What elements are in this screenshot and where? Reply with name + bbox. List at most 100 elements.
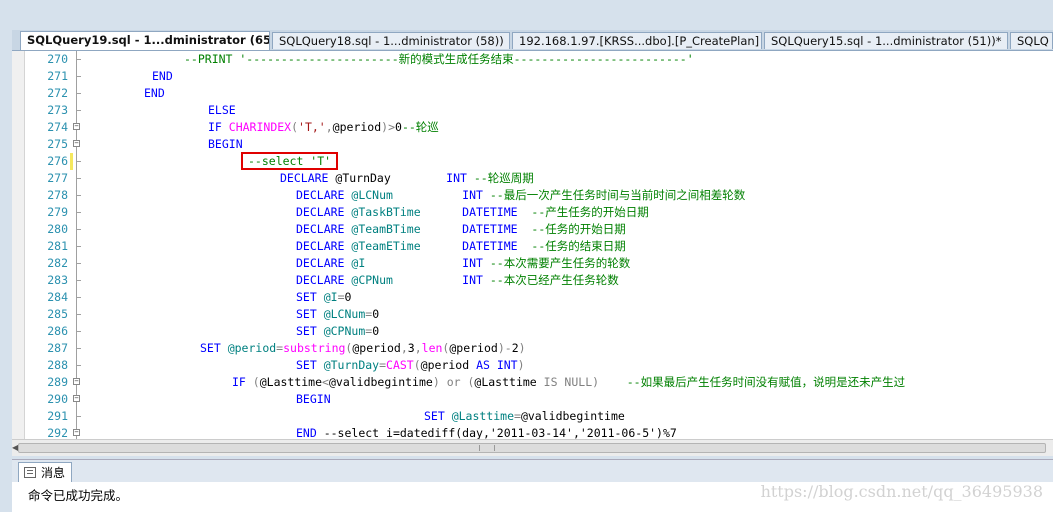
collapse-icon[interactable]: − [73, 140, 80, 147]
code-line[interactable]: 283 DECLARE @CPNum INT --本次已经产生任务轮数 [12, 272, 1053, 289]
code-token: ) [517, 358, 525, 372]
code-token: INT [462, 273, 490, 287]
code-line[interactable]: 276 --select 'T' [12, 152, 1053, 170]
code-line[interactable]: 272 END [12, 85, 1053, 102]
code-token: @Lasttime [259, 375, 323, 389]
code-token: IF [232, 375, 253, 389]
line-number: 281 [47, 239, 68, 253]
code-token: --轮巡周期 [473, 171, 534, 185]
code-line[interactable]: 288 SET @TurnDay=CAST(@period AS INT) [12, 357, 1053, 374]
tab-p-createplan[interactable]: 192.168.1.97.[KRSS...dbo].[P_CreatePlan] [512, 32, 762, 49]
code-token: @period [352, 341, 401, 355]
code-token: INT [446, 171, 474, 185]
line-number: 278 [47, 188, 68, 202]
code-token: SET [424, 409, 452, 423]
code-text: DECLARE @LCNum INT --最后一次产生任务时间与当前时间之间相差… [296, 187, 745, 204]
code-line[interactable]: 277 DECLARE @TurnDay INT --轮巡周期 [12, 170, 1053, 187]
code-line[interactable]: 286 SET @CPNum=0 [12, 323, 1053, 340]
line-number: 288 [47, 358, 68, 372]
code-line[interactable]: 292− END --select i=datediff(day,'2011-03… [12, 425, 1053, 439]
code-token: 0 [372, 324, 380, 338]
code-token: = [337, 290, 345, 304]
code-token: DECLARE [296, 256, 352, 270]
code-line[interactable]: 279 DECLARE @TaskBTime DATETIME --产生任务的开始… [12, 204, 1053, 221]
code-text: DECLARE @TeamETime DATETIME --任务的结束日期 [296, 238, 626, 255]
code-token: 2 [511, 341, 519, 355]
code-token: 3 [407, 341, 415, 355]
tab-sqlquery19[interactable]: SQLQuery19.sql - 1...dministrator (65))* [20, 31, 270, 50]
code-token: DECLARE [296, 222, 352, 236]
code-token: @validbegintime [520, 409, 625, 423]
code-line[interactable]: 278 DECLARE @LCNum INT --最后一次产生任务时间与当前时间之… [12, 187, 1053, 204]
code-text: END [144, 85, 165, 102]
code-token: @Lasttime [451, 409, 515, 423]
code-token: @TeamETime [351, 239, 463, 253]
horizontal-scrollbar[interactable]: ◀ [12, 439, 1053, 456]
code-line[interactable]: 275− BEGIN [12, 136, 1053, 153]
code-line[interactable]: 291 SET @Lasttime=@validbegintime [12, 408, 1053, 425]
fold-tick [76, 76, 81, 77]
code-token: --PRINT '----------------------新的模式生成任务结… [184, 52, 694, 66]
code-token: DATETIME [462, 239, 532, 253]
fold-tick [76, 93, 81, 94]
code-token: --本次已经产生任务轮数 [489, 273, 619, 287]
code-line[interactable]: 282 DECLARE @I INT --本次需要产生任务的轮数 [12, 255, 1053, 272]
fold-tick [76, 195, 81, 196]
code-line[interactable]: 290− BEGIN [12, 391, 1053, 408]
code-line[interactable]: 289− IF (@Lasttime<@validbegintime) or (@… [12, 374, 1053, 391]
sql-editor[interactable]: 270 --PRINT '----------------------新的模式生成… [12, 51, 1053, 439]
tab-sqlq[interactable]: SQLQ [1010, 32, 1053, 49]
code-token: @period [449, 341, 498, 355]
code-text: BEGIN [208, 136, 243, 153]
line-number: 275 [47, 137, 68, 151]
code-text: DECLARE @I INT --本次需要产生任务的轮数 [296, 255, 630, 272]
code-token: --轮巡 [401, 120, 439, 134]
code-line[interactable]: 273 ELSE [12, 102, 1053, 119]
messages-icon [24, 467, 36, 478]
code-token: 0 [395, 120, 402, 134]
code-line[interactable]: 274− IF CHARINDEX('T,',@period)>0--轮巡 [12, 119, 1053, 136]
code-token: --select 'T' [248, 154, 332, 168]
fold-tick [76, 246, 81, 247]
code-text: DECLARE @TurnDay INT --轮巡周期 [280, 170, 534, 187]
collapse-icon[interactable]: − [73, 429, 80, 436]
code-line[interactable]: 270 --PRINT '----------------------新的模式生成… [12, 51, 1053, 68]
code-text: SET @TurnDay=CAST(@period AS INT) [296, 357, 525, 374]
code-line[interactable]: 281 DECLARE @TeamETime DATETIME --任务的结束日期 [12, 238, 1053, 255]
code-token: --产生任务的开始日期 [531, 205, 649, 219]
code-line[interactable]: 284 SET @I=0 [12, 289, 1053, 306]
code-token: SET [200, 341, 228, 355]
scrollbar-thumb[interactable] [18, 443, 1046, 453]
code-token: --如果最后产生任务时间没有赋值，说明是还未产生过 [626, 375, 906, 389]
line-number: 274 [47, 120, 68, 134]
code-line[interactable]: 271 END [12, 68, 1053, 85]
tab-messages[interactable]: 消息 [18, 462, 73, 482]
code-token: ELSE [208, 103, 236, 117]
line-number: 271 [47, 69, 68, 83]
line-number: 282 [47, 256, 68, 270]
code-token: DECLARE [296, 188, 352, 202]
line-number: 272 [47, 86, 68, 100]
code-text: DECLARE @CPNum INT --本次已经产生任务轮数 [296, 272, 619, 289]
tab-sqlquery18[interactable]: SQLQuery18.sql - 1...dministrator (58)) [272, 32, 510, 49]
tab-sqlquery15[interactable]: SQLQuery15.sql - 1...dministrator (51))* [764, 32, 1008, 49]
code-token: IF [208, 120, 229, 134]
line-number: 285 [47, 307, 68, 321]
code-token: @period [332, 120, 382, 134]
code-line[interactable]: 287 SET @period=substring(@period,3,len(@… [12, 340, 1053, 357]
code-line[interactable]: 285 SET @LCNum=0 [12, 306, 1053, 323]
code-token: DATETIME [462, 222, 532, 236]
collapse-icon[interactable]: − [73, 378, 80, 385]
fold-tick [76, 314, 81, 315]
code-token: @TeamBTime [351, 222, 463, 236]
code-token: = [379, 358, 387, 372]
line-number: 279 [47, 205, 68, 219]
collapse-icon[interactable]: − [73, 395, 80, 402]
collapse-icon[interactable]: − [73, 123, 80, 130]
code-token: @TurnDay [323, 358, 380, 372]
code-token: DECLARE [296, 239, 352, 253]
code-line[interactable]: 280 DECLARE @TeamBTime DATETIME --任务的开始日期 [12, 221, 1053, 238]
code-text: SET @Lasttime=@validbegintime [424, 408, 625, 425]
code-text: END --select i=datediff(day,'2011-03-14'… [296, 425, 677, 439]
messages-text: 命令已成功完成。 [28, 488, 129, 503]
